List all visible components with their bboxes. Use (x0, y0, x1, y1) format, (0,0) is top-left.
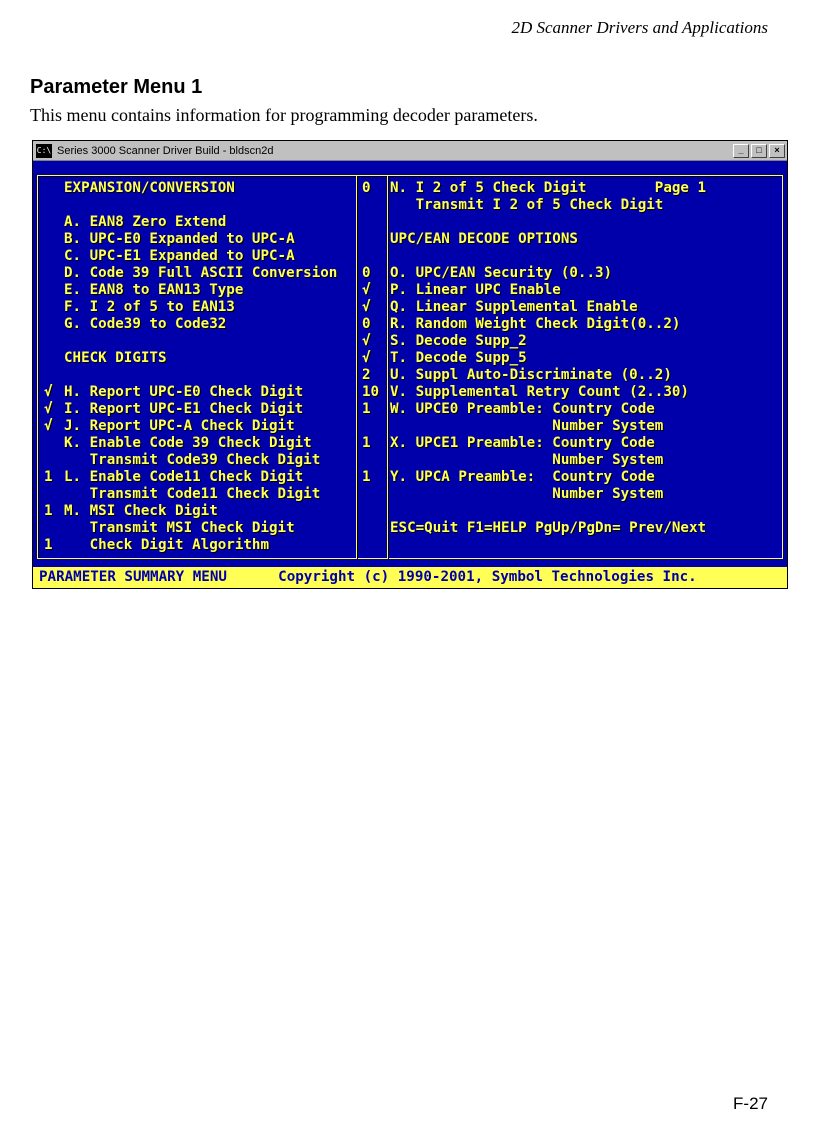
app-window: C:\ Series 3000 Scanner Driver Build - b… (32, 140, 788, 589)
column-divider (356, 176, 357, 558)
left-column: EXPANSION/CONVERSION A. EAN8 Zero Extend… (64, 180, 354, 554)
titlebar: C:\ Series 3000 Scanner Driver Build - b… (33, 141, 787, 161)
window-title: Series 3000 Scanner Driver Build - bldsc… (55, 145, 733, 157)
column-divider (387, 176, 388, 558)
left-mark-column: √ √ √ 1 1 1 (44, 180, 64, 554)
page-header: 2D Scanner Drivers and Applications (30, 18, 768, 38)
maximize-button[interactable]: □ (751, 144, 767, 158)
system-menu-icon[interactable]: C:\ (36, 144, 52, 158)
terminal-screen: √ √ √ 1 1 1 EXPANSION/CONVERSION A. EAN8… (33, 161, 787, 588)
minimize-button[interactable]: _ (733, 144, 749, 158)
page-number: F-27 (733, 1094, 768, 1114)
right-column: N. I 2 of 5 Check Digit Page 1 Transmit … (390, 180, 776, 554)
status-bar: PARAMETER SUMMARY MENU Copyright (c) 199… (33, 567, 787, 588)
section-title: Parameter Menu 1 (30, 76, 776, 99)
section-description: This menu contains information for progr… (30, 105, 776, 126)
close-button[interactable]: × (769, 144, 785, 158)
right-value-column: 0 0 √ √ 0 √ √ 2 10 1 1 1 (359, 180, 385, 554)
